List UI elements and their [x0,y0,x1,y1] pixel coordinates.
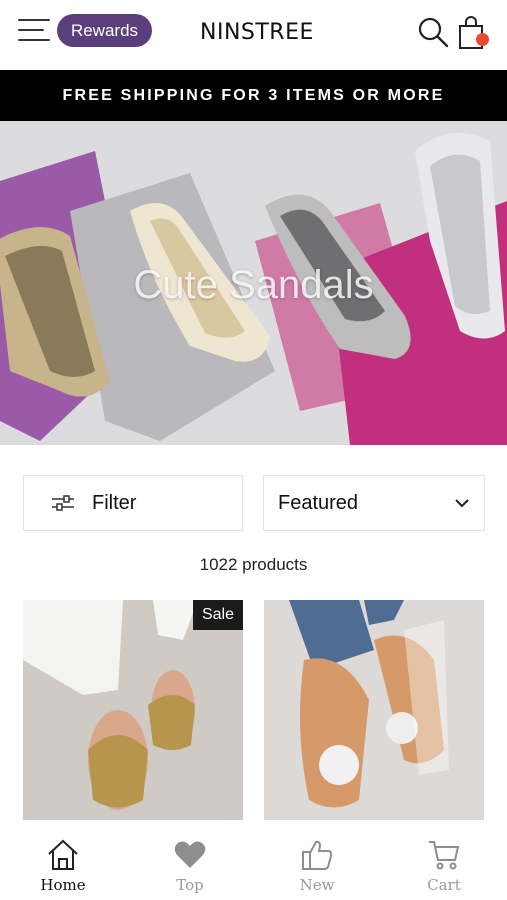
promo-banner[interactable]: FREE SHIPPING FOR 3 ITEMS OR MORE [0,70,507,121]
cart-badge [476,33,489,46]
nav-home[interactable]: Home [13,828,113,900]
top-header: Rewards NINSTREE [0,0,507,70]
product-image [264,600,484,820]
nav-new[interactable]: New [267,828,367,900]
logo-text: NINSTREE [200,19,314,45]
bottom-navigation: Home Top New Cart [0,828,507,900]
sale-badge: Sale [192,600,243,630]
rewards-button[interactable]: Rewards [57,14,152,47]
filter-button[interactable]: Filter [23,475,243,531]
thumbs-up-icon [302,840,333,870]
filter-label: Filter [92,491,137,514]
search-icon[interactable] [417,16,449,48]
product-image [23,600,243,820]
home-icon [48,839,78,870]
filter-sliders-icon [52,495,74,511]
product-card[interactable]: Sale [23,600,243,820]
product-card[interactable] [264,600,484,820]
nav-top-label: Top [176,876,204,894]
hero-title: Cute Sandals [133,263,374,307]
hero-banner[interactable]: Cute Sandals [0,121,507,445]
chevron-down-icon [455,499,469,508]
nav-new-label: New [299,876,335,894]
menu-icon[interactable] [18,17,52,43]
product-count: 1022 products [199,555,308,574]
cart-icon [429,841,460,870]
promo-banner-text: FREE SHIPPING FOR 3 ITEMS OR MORE [62,86,445,104]
nav-cart[interactable]: Cart [394,828,494,900]
nav-top[interactable]: Top [140,828,240,900]
sort-selected-label: Featured [278,491,359,514]
store-logo[interactable]: NINSTREE [200,15,313,49]
sort-select[interactable]: Featured [263,475,485,531]
nav-home-label: Home [40,876,86,894]
heart-icon [174,841,206,868]
nav-cart-label: Cart [427,876,461,894]
